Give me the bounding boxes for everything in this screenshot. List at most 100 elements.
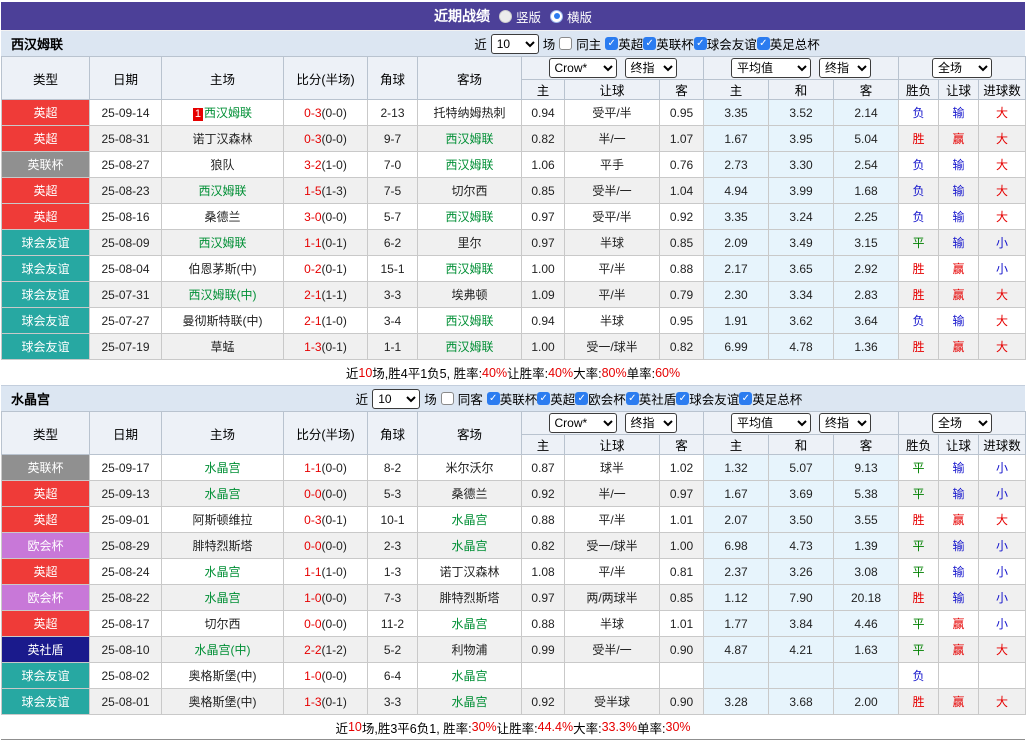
fullmatch-scope-select[interactable]: 全场 <box>932 58 992 78</box>
crow-period-select[interactable]: 终指 <box>624 413 677 433</box>
league-checkbox[interactable]: ✓ <box>756 37 770 50</box>
away-team-name[interactable]: 水晶宫 <box>451 617 487 631</box>
home-team-name[interactable]: 西汉姆联 <box>204 106 252 120</box>
recent-count-select[interactable]: 10 <box>372 388 421 409</box>
match-row: 球会友谊 25-08-01 奥格斯堡(中) 1-3(0-1) 3-3 水晶宫 0.92 受半球… <box>1 688 1026 715</box>
home-team-name[interactable]: 伯恩茅斯(中) <box>189 262 257 276</box>
away-team-name[interactable]: 西汉姆联 <box>445 314 493 328</box>
match-row: 英超 25-09-01 阿斯顿维拉 0-3(0-1) 10-1 水晶宫 0.88 平/半 1.0… <box>1 506 1026 533</box>
home-team-name[interactable]: 西汉姆联 <box>198 236 246 250</box>
half-time-score: (0-0) <box>321 616 347 631</box>
col-header-type: 类型 <box>1 56 90 100</box>
match-date: 25-08-27 <box>89 151 162 178</box>
home-team-name[interactable]: 腓特烈斯塔 <box>192 539 252 553</box>
home-team-name[interactable]: 奥格斯堡(中) <box>189 695 257 709</box>
home-team-name[interactable]: 桑德兰 <box>204 210 240 224</box>
league-checkbox[interactable]: ✓ <box>625 392 639 405</box>
away-team-name[interactable]: 切尔西 <box>451 184 487 198</box>
avg-source-select[interactable]: 平均值 <box>731 58 811 78</box>
home-team-name[interactable]: 水晶宫 <box>204 591 240 605</box>
away-team-name[interactable]: 西汉姆联 <box>445 340 493 354</box>
away-team-name[interactable]: 水晶宫 <box>451 513 487 527</box>
home-team-name[interactable]: 水晶宫 <box>204 461 240 475</box>
league-filter-item: ✓ 球会友谊 <box>676 389 739 408</box>
home-team-name[interactable]: 西汉姆联 <box>198 184 246 198</box>
home-team-cell: 水晶宫 <box>161 558 284 585</box>
avg-odds-draw: 3.50 <box>768 506 834 533</box>
team-name: 水晶宫 <box>11 392 51 407</box>
crow-company-select[interactable]: Crow* <box>548 413 617 433</box>
league-checkbox[interactable]: ✓ <box>537 392 551 405</box>
league-checkbox[interactable]: ✓ <box>643 37 657 50</box>
home-team-name[interactable]: 阿斯顿维拉 <box>192 513 252 527</box>
handicap-result-cell: 输 <box>938 558 979 585</box>
away-team-name[interactable]: 水晶宫 <box>451 695 487 709</box>
result-cell: 负 <box>898 203 939 230</box>
summary-segment: 让胜率: <box>496 721 538 736</box>
away-team-name[interactable]: 里尔 <box>457 236 481 250</box>
home-team-name[interactable]: 切尔西 <box>204 617 240 631</box>
match-row: 欧会杯 25-08-22 水晶宫 1-0(0-0) 7-3 腓特烈斯塔 0.97 两/两球半 0… <box>1 584 1026 611</box>
away-team-name[interactable]: 西汉姆联 <box>445 210 493 224</box>
corner-cell: 10-1 <box>367 506 418 533</box>
league-checkbox[interactable]: ✓ <box>486 392 500 405</box>
match-date: 25-08-01 <box>89 688 162 715</box>
home-team-name[interactable]: 诺丁汉森林 <box>192 132 252 146</box>
horizontal-radio[interactable] <box>550 9 563 23</box>
summary-segment: 单率: <box>637 721 666 736</box>
away-team-cell: 西汉姆联 <box>417 307 522 334</box>
league-checkbox[interactable]: ✓ <box>605 37 619 50</box>
avg-period-select[interactable]: 终指 <box>819 58 871 78</box>
home-team-name[interactable]: 奥格斯堡(中) <box>189 669 257 683</box>
home-team-cell: 诺丁汉森林 <box>161 125 284 152</box>
home-team-name[interactable]: 水晶宫 <box>204 487 240 501</box>
team-name: 西汉姆联 <box>11 37 64 52</box>
home-team-name[interactable]: 水晶宫 <box>204 565 240 579</box>
league-checkbox[interactable]: ✓ <box>693 37 707 50</box>
handicap-result-cell: 赢 <box>938 281 979 308</box>
league-type-badge: 英联杯 <box>1 151 90 178</box>
league-checkbox[interactable]: ✓ <box>676 392 690 405</box>
same-venue-checkbox[interactable] <box>440 392 454 405</box>
match-date: 25-08-02 <box>89 662 162 689</box>
away-team-name[interactable]: 桑德兰 <box>451 487 487 501</box>
away-team-name[interactable]: 水晶宫 <box>451 669 487 683</box>
away-team-name[interactable]: 西汉姆联 <box>445 158 493 172</box>
home-team-name[interactable]: 狼队 <box>210 158 234 172</box>
vertical-radio[interactable] <box>498 9 512 23</box>
away-team-name[interactable]: 托特纳姆热刺 <box>433 106 505 120</box>
avg-odds-home: 3.28 <box>703 688 769 715</box>
match-row: 球会友谊 25-07-19 草蜢 1-3(0-1) 1-1 西汉姆联 1.00 受一/球半 0.… <box>1 333 1026 360</box>
crow-period-select[interactable]: 终指 <box>624 58 677 78</box>
result-cell: 平 <box>898 636 939 663</box>
away-team-name[interactable]: 诺丁汉森林 <box>439 565 499 579</box>
avg-source-select[interactable]: 平均值 <box>731 413 811 433</box>
half-time-score: (0-1) <box>321 694 347 709</box>
league-type-badge: 英社盾 <box>1 636 90 663</box>
league-checkbox[interactable]: ✓ <box>575 392 589 405</box>
recent-count-select[interactable]: 10 <box>490 33 539 54</box>
home-team-name[interactable]: 草蜢 <box>210 340 234 354</box>
away-team-name[interactable]: 利物浦 <box>451 643 487 657</box>
avg-odds-away: 3.55 <box>833 506 899 533</box>
avg-period-select[interactable]: 终指 <box>819 413 871 433</box>
fullmatch-scope-select[interactable]: 全场 <box>932 413 992 433</box>
home-team-name[interactable]: 西汉姆联(中) <box>189 288 257 302</box>
away-team-cell: 埃弗顿 <box>417 281 522 308</box>
league-checkbox[interactable]: ✓ <box>739 392 753 405</box>
home-team-name[interactable]: 曼彻斯特联(中) <box>183 314 263 328</box>
same-venue-checkbox[interactable] <box>559 37 573 50</box>
away-team-name[interactable]: 米尔沃尔 <box>445 461 493 475</box>
half-time-score: (0-0) <box>321 209 347 224</box>
away-team-name[interactable]: 西汉姆联 <box>445 132 493 146</box>
away-team-name[interactable]: 埃弗顿 <box>451 288 487 302</box>
result-cell: 平 <box>898 229 939 256</box>
avg-odds-draw: 3.30 <box>768 151 834 178</box>
crow-odds-away: 0.85 <box>659 584 704 611</box>
crow-odds-away <box>659 662 704 689</box>
away-team-name[interactable]: 西汉姆联 <box>445 262 493 276</box>
away-team-name[interactable]: 水晶宫 <box>451 539 487 553</box>
away-team-name[interactable]: 腓特烈斯塔 <box>439 591 499 605</box>
crow-company-select[interactable]: Crow* <box>548 58 617 78</box>
home-team-name[interactable]: 水晶宫(中) <box>195 643 251 657</box>
